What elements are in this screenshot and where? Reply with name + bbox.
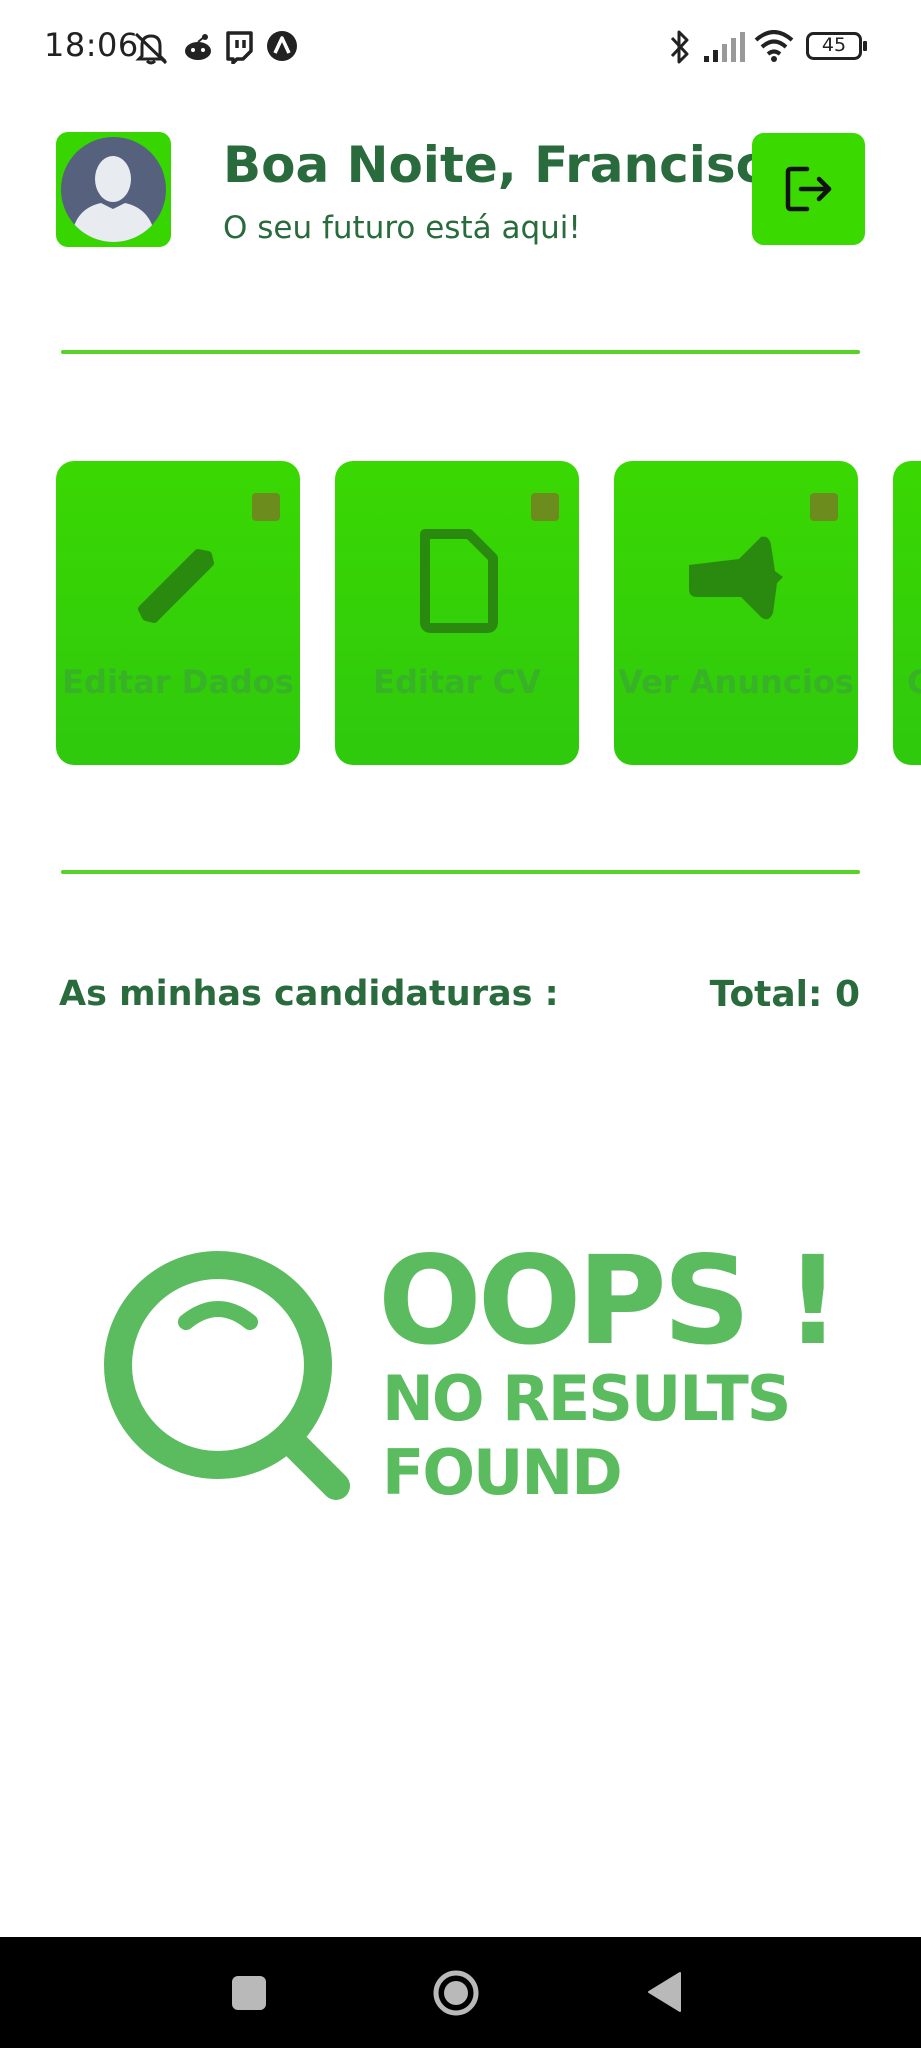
avatar-image (61, 137, 166, 242)
edit-cv-card[interactable]: Editar CV (335, 461, 579, 765)
divider-bottom (61, 870, 860, 874)
view-ads-card[interactable]: Ver Anuncios (614, 461, 858, 765)
empty-state-title: OOPS ! (378, 1230, 841, 1372)
empty-state-illustration: OOPS ! NO RESULTS FOUND (100, 1230, 841, 1520)
divider-top (61, 350, 860, 354)
card-badge (531, 493, 559, 521)
status-bar: 18:06 45 (0, 0, 921, 96)
megaphone-icon (689, 536, 783, 620)
logout-button[interactable] (752, 133, 865, 245)
magnifier-icon (104, 1251, 350, 1500)
user-silhouette-icon (71, 156, 156, 242)
muted-bell-icon (134, 32, 168, 65)
card-label: Editar Dados (62, 663, 294, 701)
document-icon (420, 529, 498, 633)
app-screen: 18:06 45 Boa Noite, Francisco O seu futu… (0, 0, 921, 2048)
card-badge (810, 493, 838, 521)
signal-icon (704, 32, 745, 62)
recents-button[interactable] (231, 1975, 267, 2011)
battery-level: 45 (821, 34, 847, 56)
action-card-partial[interactable]: C (893, 461, 921, 765)
navigation-bar (0, 1937, 921, 2048)
battery-icon: 45 (806, 32, 867, 60)
avatar[interactable] (56, 132, 171, 247)
logout-icon (785, 166, 831, 212)
empty-state-line2: FOUND (382, 1436, 623, 1509)
home-button[interactable] (432, 1969, 480, 2017)
edit-data-card[interactable]: Editar Dados (56, 461, 300, 765)
pencil-icon (138, 549, 214, 623)
card-label: C (907, 663, 921, 701)
card-badge (252, 493, 280, 521)
back-button[interactable] (646, 1971, 682, 2013)
reddit-icon (185, 34, 211, 60)
card-label: Ver Anuncios (618, 663, 854, 701)
applications-total: Total: 0 (709, 974, 860, 1015)
applications-title: As minhas candidaturas : (59, 974, 559, 1014)
empty-state-line1: NO RESULTS (382, 1362, 791, 1435)
wifi-icon (754, 30, 794, 62)
twitch-icon (226, 31, 253, 64)
arch-icon (267, 31, 297, 61)
card-label: Editar CV (373, 663, 541, 701)
status-time: 18:06 (44, 26, 139, 64)
greeting-title: Boa Noite, Francisco (223, 136, 800, 194)
greeting-subtitle: O seu futuro está aqui! (223, 210, 581, 246)
bluetooth-icon (670, 30, 689, 64)
